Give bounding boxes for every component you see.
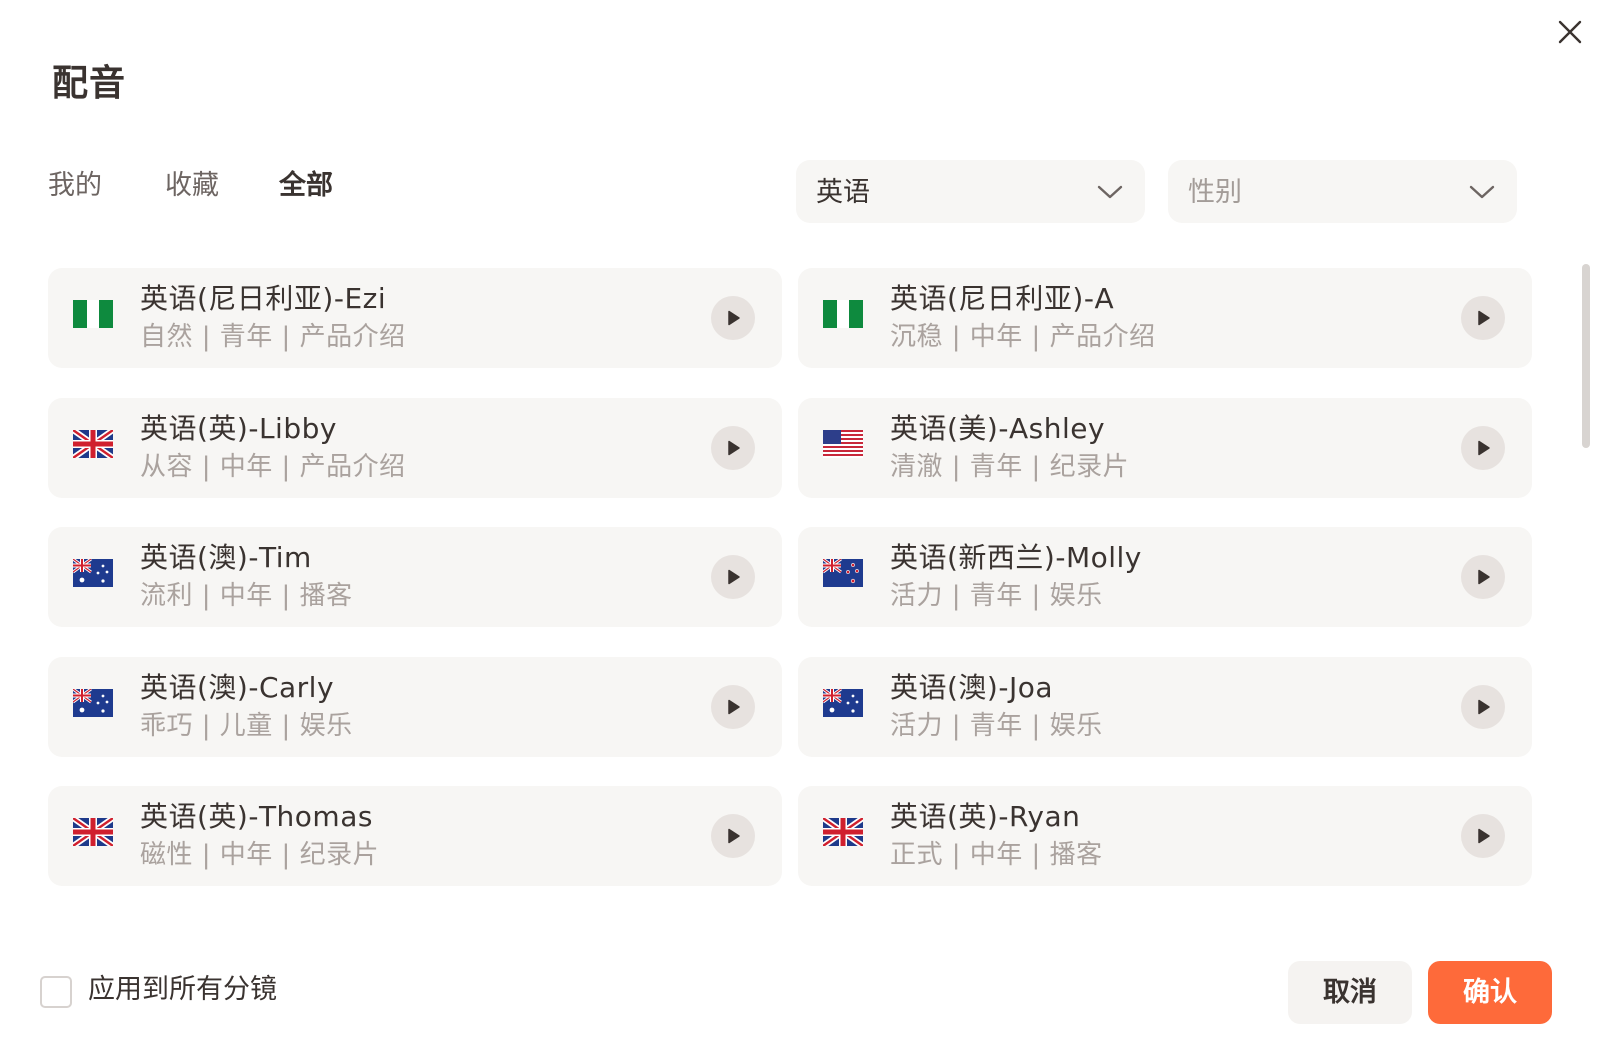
us-flag-icon: [823, 430, 863, 458]
voice-name: 英语(澳)-Carly: [140, 671, 335, 704]
voice-name: 英语(澳)-Joa: [890, 671, 1053, 704]
voice-name: 英语(尼日利亚)-Ezi: [140, 282, 387, 315]
voice-tags: 沉稳 | 中年 | 产品介绍: [890, 322, 1156, 352]
play-icon[interactable]: [1461, 814, 1505, 858]
nigeria-flag-icon: [823, 300, 863, 328]
australia-flag-icon: [73, 689, 113, 717]
scrollbar[interactable]: [1582, 264, 1590, 448]
voice-card[interactable]: 英语(英)-Ryan 正式 | 中年 | 播客: [798, 786, 1532, 886]
uk-flag-icon: [73, 430, 113, 458]
play-icon[interactable]: [711, 814, 755, 858]
new-zealand-flag-icon: [823, 559, 863, 587]
confirm-button[interactable]: 确认: [1428, 961, 1552, 1024]
tab-all[interactable]: 全部: [279, 166, 333, 206]
play-icon[interactable]: [1461, 555, 1505, 599]
voice-card[interactable]: 英语(英)-Libby 从容 | 中年 | 产品介绍: [48, 398, 782, 498]
tab-mine[interactable]: 我的: [48, 166, 102, 206]
cancel-button[interactable]: 取消: [1288, 961, 1412, 1024]
chevron-down-icon: [1097, 182, 1123, 202]
apply-all-checkbox[interactable]: [40, 976, 72, 1008]
australia-flag-icon: [823, 689, 863, 717]
voice-tags: 乖巧 | 儿童 | 娱乐: [140, 711, 353, 741]
voice-tags: 流利 | 中年 | 播客: [140, 581, 353, 611]
voice-card[interactable]: 英语(澳)-Carly 乖巧 | 儿童 | 娱乐: [48, 657, 782, 757]
apply-all-label: 应用到所有分镜: [88, 974, 277, 1005]
uk-flag-icon: [73, 818, 113, 846]
dialog-title: 配音: [52, 63, 127, 104]
play-icon[interactable]: [711, 555, 755, 599]
voice-card[interactable]: 英语(尼日利亚)-A 沉稳 | 中年 | 产品介绍: [798, 268, 1532, 368]
play-icon[interactable]: [1461, 685, 1505, 729]
uk-flag-icon: [823, 818, 863, 846]
voice-tags: 正式 | 中年 | 播客: [890, 840, 1103, 870]
tab-favorites[interactable]: 收藏: [165, 166, 219, 206]
voice-name: 英语(英)-Thomas: [140, 800, 373, 833]
voice-tags: 清澈 | 青年 | 纪录片: [890, 452, 1130, 482]
voice-name: 英语(英)-Libby: [140, 412, 337, 445]
australia-flag-icon: [73, 559, 113, 587]
chevron-down-icon: [1469, 182, 1495, 202]
gender-select-placeholder: 性别: [1188, 177, 1242, 208]
play-icon[interactable]: [711, 426, 755, 470]
voice-card[interactable]: 英语(美)-Ashley 清澈 | 青年 | 纪录片: [798, 398, 1532, 498]
voice-tags: 活力 | 青年 | 娱乐: [890, 581, 1103, 611]
voice-card[interactable]: 英语(新西兰)-Molly 活力 | 青年 | 娱乐: [798, 527, 1532, 627]
play-icon[interactable]: [711, 296, 755, 340]
voice-tags: 自然 | 青年 | 产品介绍: [140, 322, 406, 352]
voice-name: 英语(美)-Ashley: [890, 412, 1106, 445]
language-select[interactable]: 英语: [796, 160, 1145, 223]
voice-tags: 从容 | 中年 | 产品介绍: [140, 452, 406, 482]
voice-name: 英语(澳)-Tim: [140, 541, 312, 574]
voice-tags: 磁性 | 中年 | 纪录片: [140, 840, 380, 870]
voice-name: 英语(尼日利亚)-A: [890, 282, 1115, 315]
language-select-value: 英语: [816, 177, 870, 208]
nigeria-flag-icon: [73, 300, 113, 328]
play-icon[interactable]: [1461, 426, 1505, 470]
gender-select[interactable]: 性别: [1168, 160, 1517, 223]
voice-name: 英语(新西兰)-Molly: [890, 541, 1142, 574]
play-icon[interactable]: [711, 685, 755, 729]
play-icon[interactable]: [1461, 296, 1505, 340]
voice-dialog: 配音 我的 收藏 全部 英语 性别 英语(尼日利亚)-Ezi 自然 | 青年 | …: [0, 0, 1600, 1063]
voice-card[interactable]: 英语(尼日利亚)-Ezi 自然 | 青年 | 产品介绍: [48, 268, 782, 368]
voice-card[interactable]: 英语(澳)-Joa 活力 | 青年 | 娱乐: [798, 657, 1532, 757]
close-icon[interactable]: [1556, 18, 1584, 46]
voice-tags: 活力 | 青年 | 娱乐: [890, 711, 1103, 741]
voice-card[interactable]: 英语(澳)-Tim 流利 | 中年 | 播客: [48, 527, 782, 627]
voice-card[interactable]: 英语(英)-Thomas 磁性 | 中年 | 纪录片: [48, 786, 782, 886]
voice-name: 英语(英)-Ryan: [890, 800, 1081, 833]
